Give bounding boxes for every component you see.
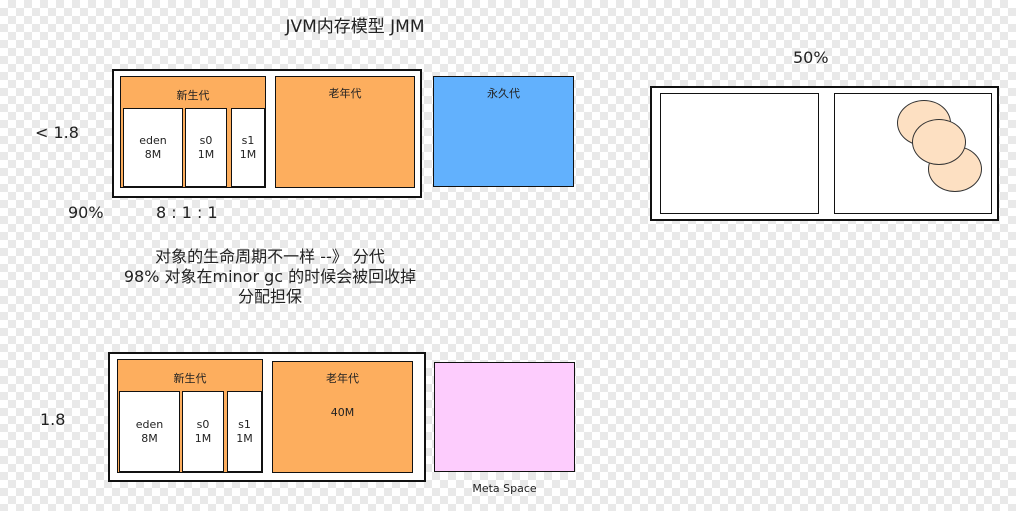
eden-name: eden (139, 133, 167, 147)
object-circle (912, 119, 966, 165)
note-line-3: 分配担保 (237, 287, 302, 306)
percent-label-50: 50% (793, 48, 829, 67)
old-generation-label: 老年代 (326, 372, 359, 385)
survivor-s1-1-8: s1 1M (227, 391, 262, 472)
survivor-s0-1-8: s0 1M (182, 391, 224, 472)
eden-name: eden (135, 417, 164, 431)
old-generation-size: 40M (330, 406, 355, 419)
ratio-label: 8 : 1 : 1 (156, 203, 218, 222)
permanent-generation-label: 永久代 (487, 87, 520, 100)
percent-label-90: 90% (68, 203, 104, 222)
s0-size: 1M (197, 147, 215, 161)
survivor-s0-pre-1-8: s0 1M (185, 108, 227, 187)
s0-name: s0 (199, 133, 213, 147)
version-label-1-8: 1.8 (40, 410, 66, 429)
old-generation-pre-1-8: 老年代 (275, 76, 415, 188)
semispace-left (660, 93, 819, 214)
s1-size: 1M (236, 431, 253, 445)
s0-name: s0 (196, 417, 210, 431)
metaspace-label: Meta Space (472, 482, 537, 495)
permanent-generation: 永久代 (433, 76, 574, 187)
s0-size: 1M (194, 431, 212, 445)
old-generation-label: 老年代 (328, 87, 362, 100)
note-line-2: 98% 对象在minor gc 的时候会被回收掉 (123, 267, 417, 286)
young-generation-label: 新生代 (173, 372, 207, 385)
eden-space-pre-1-8: eden 8M (123, 108, 183, 187)
metaspace (434, 362, 575, 472)
young-generation-label: 新生代 (176, 89, 210, 102)
notes-block: 对象的生命周期不一样 --》 分代 98% 对象在minor gc 的时候会被回… (90, 247, 450, 307)
s1-name: s1 (238, 417, 251, 431)
diagram-title: JVM内存模型 JMM (285, 17, 425, 37)
eden-size: 8M (144, 147, 162, 161)
old-generation-1-8: 老年代 40M (272, 361, 413, 473)
eden-size: 8M (141, 431, 158, 445)
eden-space-1-8: eden 8M (119, 391, 180, 472)
survivor-s1-pre-1-8: s1 1M (231, 108, 265, 187)
version-label-pre-1-8: < 1.8 (35, 123, 79, 142)
s1-name: s1 (241, 133, 255, 147)
s1-size: 1M (239, 147, 257, 161)
note-line-1: 对象的生命周期不一样 --》 分代 (155, 247, 385, 266)
